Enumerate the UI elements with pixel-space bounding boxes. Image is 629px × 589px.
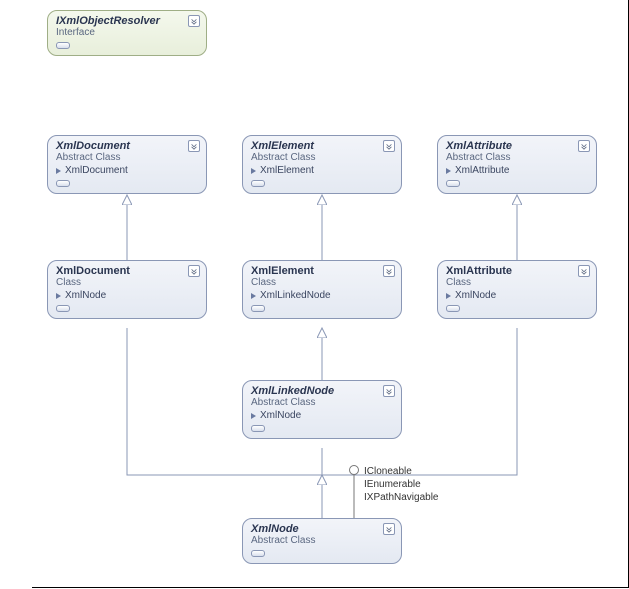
node-base: XmlNode — [446, 290, 588, 301]
base-label: XmlElement — [260, 165, 314, 176]
node-title: XmlAttribute — [446, 265, 588, 277]
node-xmldocument-abstract[interactable]: XmlDocument Abstract Class XmlDocument — [47, 135, 207, 194]
interface-label: IXPathNavigable — [364, 491, 439, 504]
compartment-pill — [56, 305, 70, 312]
compartment-pill — [251, 425, 265, 432]
node-stereotype: Abstract Class — [56, 152, 198, 163]
node-ixmlobjectresolver[interactable]: IXmlObjectResolver Interface — [47, 10, 207, 56]
node-xmlattribute[interactable]: XmlAttribute Class XmlNode — [437, 260, 597, 319]
node-base: XmlDocument — [56, 165, 198, 176]
inherit-arrow-icon — [56, 168, 61, 174]
node-title: XmlElement — [251, 265, 393, 277]
interface-labels: ICloneable IEnumerable IXPathNavigable — [364, 465, 439, 504]
node-xmlnode[interactable]: XmlNode Abstract Class — [242, 518, 402, 564]
node-xmlelement[interactable]: XmlElement Class XmlLinkedNode — [242, 260, 402, 319]
node-xmlelement-abstract[interactable]: XmlElement Abstract Class XmlElement — [242, 135, 402, 194]
node-xmldocument[interactable]: XmlDocument Class XmlNode — [47, 260, 207, 319]
interface-label: IEnumerable — [364, 478, 439, 491]
node-xmllinkednode[interactable]: XmlLinkedNode Abstract Class XmlNode — [242, 380, 402, 439]
node-stereotype: Class — [446, 277, 588, 288]
node-base: XmlLinkedNode — [251, 290, 393, 301]
compartment-pill — [251, 550, 265, 557]
inherit-arrow-icon — [251, 413, 256, 419]
node-base: XmlAttribute — [446, 165, 588, 176]
node-stereotype: Class — [56, 277, 198, 288]
expand-icon[interactable] — [383, 385, 395, 397]
base-label: XmlNode — [65, 290, 106, 301]
node-stereotype: Abstract Class — [446, 152, 588, 163]
inherit-arrow-icon — [446, 293, 451, 299]
base-label: XmlLinkedNode — [260, 290, 331, 301]
node-title: XmlAttribute — [446, 140, 588, 152]
node-base: XmlElement — [251, 165, 393, 176]
node-title: XmlElement — [251, 140, 393, 152]
inherit-arrow-icon — [251, 293, 256, 299]
node-title: XmlDocument — [56, 140, 198, 152]
inherit-arrow-icon — [446, 168, 451, 174]
base-label: XmlNode — [455, 290, 496, 301]
expand-icon[interactable] — [383, 523, 395, 535]
lollipop-icon — [349, 465, 359, 475]
compartment-pill — [251, 180, 265, 187]
interface-label: ICloneable — [364, 465, 439, 478]
compartment-pill — [56, 180, 70, 187]
expand-icon[interactable] — [188, 265, 200, 277]
diagram-canvas: IXmlObjectResolver Interface XmlDocument… — [32, 0, 629, 588]
node-title: XmlDocument — [56, 265, 198, 277]
expand-icon[interactable] — [578, 140, 590, 152]
node-title: XmlNode — [251, 523, 393, 535]
node-stereotype: Class — [251, 277, 393, 288]
base-label: XmlAttribute — [455, 165, 509, 176]
expand-icon[interactable] — [578, 265, 590, 277]
inherit-arrow-icon — [56, 293, 61, 299]
node-stereotype: Interface — [56, 27, 198, 38]
base-label: XmlDocument — [65, 165, 128, 176]
node-title: IXmlObjectResolver — [56, 15, 198, 27]
node-base: XmlNode — [251, 410, 393, 421]
expand-icon[interactable] — [383, 140, 395, 152]
expand-icon[interactable] — [188, 15, 200, 27]
compartment-pill — [251, 305, 265, 312]
compartment-pill — [56, 42, 70, 49]
compartment-pill — [446, 180, 460, 187]
expand-icon[interactable] — [188, 140, 200, 152]
node-base: XmlNode — [56, 290, 198, 301]
node-title: XmlLinkedNode — [251, 385, 393, 397]
node-stereotype: Abstract Class — [251, 535, 393, 546]
expand-icon[interactable] — [383, 265, 395, 277]
compartment-pill — [446, 305, 460, 312]
inherit-arrow-icon — [251, 168, 256, 174]
node-stereotype: Abstract Class — [251, 397, 393, 408]
node-xmlattribute-abstract[interactable]: XmlAttribute Abstract Class XmlAttribute — [437, 135, 597, 194]
base-label: XmlNode — [260, 410, 301, 421]
node-stereotype: Abstract Class — [251, 152, 393, 163]
